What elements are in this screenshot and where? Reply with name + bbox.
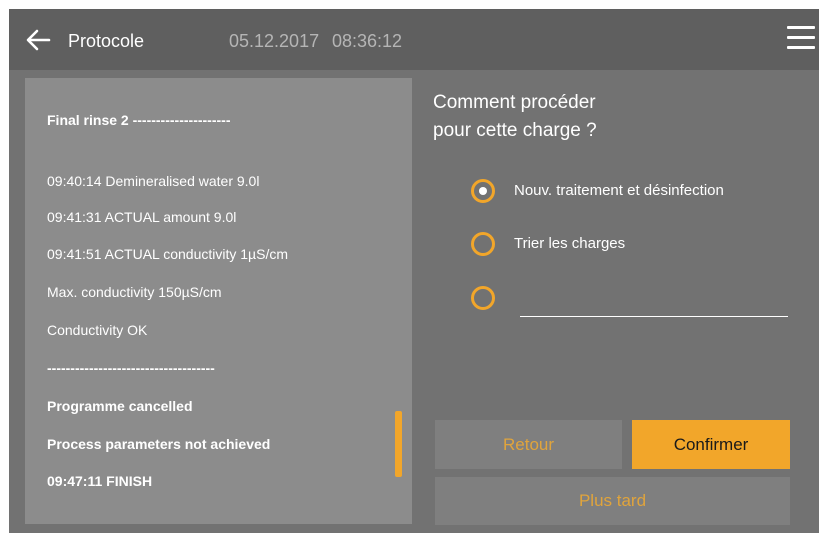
question-line-2: pour cette charge ? <box>433 120 597 141</box>
option-custom[interactable] <box>471 286 501 312</box>
radio-dot <box>479 187 487 195</box>
log-line: 09:41:51 ACTUAL conductivity 1µS/cm <box>47 246 288 262</box>
log-line: 09:40:14 Demineralised water 9.0l <box>47 173 260 189</box>
log-line: ------------------------------------ <box>47 360 215 376</box>
log-line: Conductivity OK <box>47 322 148 338</box>
option-retreat-disinfect[interactable]: Nouv. traitement et désinfection <box>471 179 791 205</box>
question-text: Comment procéder pour cette charge ? <box>433 89 597 145</box>
option-label: Trier les charges <box>514 235 626 252</box>
hamburger-menu-icon[interactable] <box>787 26 815 52</box>
log-line: Process parameters not achieved <box>47 436 271 452</box>
later-button[interactable]: Plus tard <box>435 477 790 525</box>
arrow-left-icon[interactable] <box>25 27 51 53</box>
header-date: 05.12.2017 <box>229 31 320 51</box>
option-sort-loads[interactable]: Trier les charges <box>471 232 671 258</box>
page-title: Protocole <box>68 31 145 51</box>
radio-button-selected[interactable] <box>471 179 495 203</box>
option-label: Nouv. traitement et désinfection <box>514 182 724 199</box>
log-scrollbar[interactable] <box>395 411 402 477</box>
radio-button[interactable] <box>471 286 495 310</box>
protocol-screen: Protocole 05.12.2017 08:36:12 Final rins… <box>9 9 819 533</box>
header-bar: Protocole 05.12.2017 08:36:12 <box>9 9 819 70</box>
log-line: Final rinse 2 --------------------- <box>47 112 231 128</box>
menu-bar <box>787 36 815 39</box>
menu-bar <box>787 46 815 49</box>
log-line: Max. conductivity 150µS/cm <box>47 284 222 300</box>
question-line-1: Comment procéder <box>433 92 596 113</box>
log-line: Programme cancelled <box>47 398 193 414</box>
radio-button[interactable] <box>471 232 495 256</box>
log-line: 09:47:11 FINISH <box>47 473 153 489</box>
protocol-log-panel[interactable]: Final rinse 2 --------------------- 09:4… <box>25 78 412 524</box>
back-button[interactable]: Retour <box>435 420 622 469</box>
header-time: 08:36:12 <box>332 31 403 51</box>
menu-bar <box>787 26 815 29</box>
log-line: 09:41:31 ACTUAL amount 9.0l <box>47 209 237 225</box>
confirm-button[interactable]: Confirmer <box>632 420 790 469</box>
custom-option-field[interactable] <box>520 294 788 317</box>
